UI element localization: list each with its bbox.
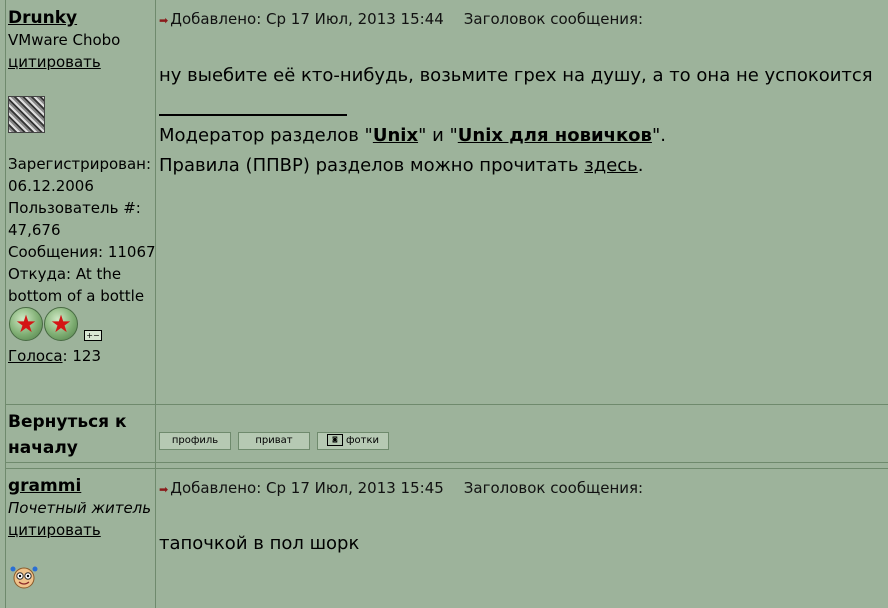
signature-text: " и "	[418, 125, 458, 146]
post-text: ну выебите её кто-нибудь, возьмите грех …	[159, 65, 873, 86]
signature: Модератор разделов "Unix" и "Unix для но…	[159, 121, 666, 151]
rules-text: .	[637, 155, 644, 176]
expand-icon[interactable]: +−	[84, 330, 102, 341]
votes-value: : 123	[62, 347, 101, 365]
author-rank: Почетный житель	[8, 499, 152, 517]
author-rank: VMware Chobo	[8, 31, 121, 49]
location-line: bottom of a bottle	[8, 287, 145, 305]
signature-text: Модератор разделов "	[159, 125, 373, 146]
signature-text: ".	[651, 125, 666, 146]
post-text: тапочкой в пол шорк	[159, 533, 360, 554]
post-arrow-icon[interactable]: ➡	[159, 483, 168, 496]
medal-star-icon: ★	[9, 307, 43, 341]
message-count: Сообщения: 11067	[8, 243, 156, 261]
post-date: Добавлено: Ср 17 Июл, 2013 15:45	[170, 479, 444, 497]
private-message-button[interactable]: приват	[238, 432, 310, 450]
back-to-top[interactable]: Вернуться к началу	[8, 409, 127, 461]
votes-link[interactable]: Голоса	[8, 347, 63, 365]
row-divider	[5, 462, 888, 463]
quote-link[interactable]: цитировать	[8, 53, 101, 71]
post-date: Добавлено: Ср 17 Июл, 2013 15:44	[170, 10, 444, 28]
author-panel: Drunky VMware Chobo цитировать	[8, 7, 120, 73]
avatar	[10, 566, 38, 589]
rules-line: Правила (ППВР) разделов можно прочитать …	[159, 151, 644, 181]
avatar	[8, 96, 45, 133]
author-info: Зарегистрирован: 06.12.2006 Пользователь…	[8, 153, 156, 307]
row-divider	[5, 468, 888, 469]
subject-label: Заголовок сообщения:	[463, 10, 644, 28]
post-header: ➡ Добавлено: Ср 17 Июл, 2013 15:45 Заголов…	[159, 479, 643, 497]
subject-label: Заголовок сообщения:	[463, 479, 644, 497]
location-line: Откуда: At the	[8, 265, 122, 283]
unix-link[interactable]: Unix	[373, 125, 418, 146]
registered-date: 06.12.2006	[8, 177, 94, 195]
registered-label: Зарегистрирован:	[8, 155, 152, 173]
author-name[interactable]: grammi	[8, 476, 81, 496]
back-to-top-line: Вернуться к	[8, 412, 127, 432]
user-id: 47,676	[8, 221, 61, 239]
author-panel: grammi Почетный житель цитировать	[8, 475, 151, 541]
post-arrow-icon[interactable]: ➡	[159, 14, 168, 27]
profile-button[interactable]: профиль	[159, 432, 231, 450]
unix-newbies-link[interactable]: Unix для новичков	[458, 125, 652, 146]
medal-star-icon: ★	[44, 307, 78, 341]
quote-link[interactable]: цитировать	[8, 521, 101, 539]
back-to-top-line: началу	[8, 438, 78, 458]
rules-text: Правила (ППВР) разделов можно прочитать	[159, 155, 585, 176]
photos-label: фотки	[345, 435, 380, 446]
rules-link[interactable]: здесь	[584, 155, 638, 176]
author-name[interactable]: Drunky	[8, 8, 77, 28]
photos-button[interactable]: ◙ фотки	[317, 432, 389, 450]
user-id-label: Пользователь #:	[8, 199, 141, 217]
votes: Голоса: 123	[8, 345, 101, 367]
post-header: ➡ Добавлено: Ср 17 Июл, 2013 15:44 Заголов…	[159, 10, 643, 28]
signature-divider	[159, 114, 347, 116]
row-divider	[5, 404, 888, 405]
camera-icon: ◙	[326, 434, 343, 446]
